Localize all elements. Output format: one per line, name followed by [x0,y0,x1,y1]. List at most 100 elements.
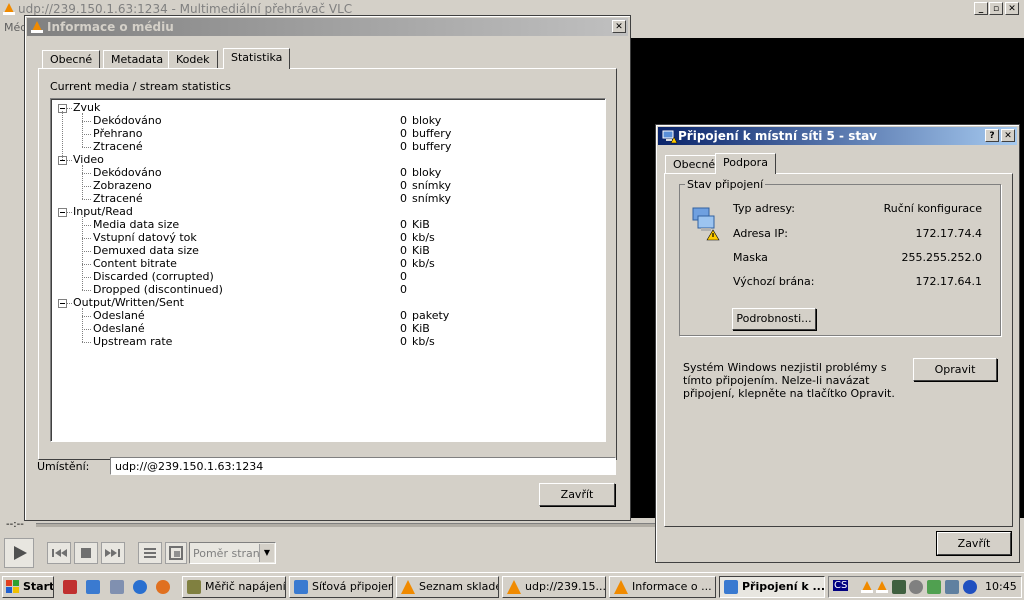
collapse-toggle-icon[interactable] [58,299,67,308]
network-status-dialog: Připojení k místní síti 5 - stav ? ✕ Obe… [655,124,1020,563]
stat-value: 0 [400,166,407,179]
next-icon [105,549,120,557]
close-button[interactable]: ✕ [1005,2,1019,15]
stat-label: Dekódováno [93,114,162,127]
aspect-ratio-select[interactable]: Poměr stran ▼ [189,542,276,564]
minimize-button[interactable]: _ [974,2,988,15]
tree-group-0[interactable]: Zvuk [73,101,100,114]
stat-unit: bloky [412,114,442,127]
stat-label: Ztracené [93,192,143,205]
ip-info-label: Adresa IP: [733,227,788,240]
tab-kodek[interactable]: Kodek [168,50,218,68]
taskbar-button-label: Seznam skladeb [419,580,498,593]
taskbar-button-4[interactable]: Informace o ... [609,576,716,598]
previous-icon [52,549,67,557]
location-field[interactable]: udp://@239.150.1.63:1234 [110,457,616,475]
tab-statistika[interactable]: Statistika [223,48,291,69]
stat-value: 0 [400,257,407,270]
tree-group-3[interactable]: Output/Written/Sent [73,296,184,309]
taskbar-button-label: Síťová připojení [312,580,393,593]
taskbar-button-label: Informace o ... [632,580,712,593]
ip-info-value: 172.17.74.4 [915,227,982,240]
stat-label: Zobrazeno [93,179,152,192]
stat-unit: kb/s [412,231,435,244]
tree-group-1[interactable]: Video [73,153,104,166]
vlc-tray-icon[interactable] [861,581,873,593]
stat-label: Content bitrate [93,257,177,270]
tab-metadata[interactable]: Metadata [103,50,172,68]
media-info-close-button[interactable]: ✕ [612,20,626,33]
support-panel: Stav připojení Typ adresy: Ruční konfigur… [664,173,1013,527]
details-button[interactable]: Podrobnosti... [732,308,816,330]
start-button[interactable]: Start [2,576,54,598]
stat-label: Ztracené [93,140,143,153]
firefox-icon[interactable] [156,580,170,594]
repair-button[interactable]: Opravit [913,358,997,381]
network-tray-icon[interactable] [945,580,959,594]
media-info-title-bar: Informace o médiu ✕ [27,18,628,36]
stat-value: 0 [400,140,407,153]
section-label: Current media / stream statistics [50,80,231,93]
playlist-icon [144,548,156,558]
fullscreen-icon [169,546,183,560]
help-button[interactable]: ? [985,129,999,142]
maximize-button[interactable]: ▫ [989,2,1003,15]
stat-unit: kb/s [412,335,435,348]
stat-label: Upstream rate [93,335,173,348]
stat-unit: KiB [412,244,430,257]
ip-info-label: Výchozí brána: [733,275,815,288]
next-button[interactable] [101,542,125,564]
network-close-button[interactable]: ✕ [1001,129,1015,142]
play-icon [14,546,27,560]
tray-icon[interactable] [927,580,941,594]
stat-label: Přehrano [93,127,143,140]
playlist-button[interactable] [138,542,162,564]
quicklaunch-icon[interactable] [63,580,77,594]
start-label: Start [23,580,54,593]
network-connection-icon [662,130,677,144]
taskbar-button-1[interactable]: Síťová připojení [289,576,393,598]
chevron-down-icon[interactable]: ▼ [259,544,274,562]
quicklaunch-icon[interactable] [86,580,100,594]
tab-obecne[interactable]: Obecné [42,50,101,68]
aspect-ratio-value: Poměr stran [193,547,260,560]
stop-button[interactable] [74,542,98,564]
stat-value: 0 [400,270,407,283]
fullscreen-button[interactable] [165,542,187,564]
collapse-toggle-icon[interactable] [58,208,67,217]
taskbar-button-2[interactable]: Seznam skladeb [396,576,499,598]
stat-label: Odeslané [93,322,145,335]
taskbar-button-label: Připojení k ... [742,580,825,593]
seek-bar[interactable] [36,523,656,527]
taskbar-button-3[interactable]: udp://239.15... [502,576,606,598]
media-info-close-btn[interactable]: Zavřít [539,483,615,506]
vlc-cone-icon [3,3,15,15]
stat-value: 0 [400,283,407,296]
ip-info-value: Ruční konfigurace [883,202,982,215]
bluetooth-icon[interactable] [963,580,977,594]
stat-value: 0 [400,114,407,127]
statistics-tree[interactable]: Zvuk Dekódováno 0 bloky Přehrano 0 buffery Ztra… [50,98,606,442]
taskbar-button-5[interactable]: Připojení k ... [719,576,825,598]
stat-value: 0 [400,231,407,244]
ip-info-label: Maska [733,251,768,264]
stat-unit: snímky [412,179,451,192]
play-button[interactable] [4,538,34,568]
quicklaunch-icon[interactable] [110,580,124,594]
tray-icon[interactable] [909,580,923,594]
ip-info-value: 255.255.252.0 [901,251,982,264]
tray-icon[interactable] [892,580,906,594]
language-indicator[interactable]: CS [833,580,849,591]
vlc-tray-icon[interactable] [876,581,888,593]
tab-podpora[interactable]: Podpora [715,153,776,174]
taskbar: Start Měřič napájení Síťová připojení Sezn… [0,572,1024,600]
clock: 10:45 [985,580,1017,593]
network-close-btn[interactable]: Zavřít [936,531,1012,556]
taskbar-button-0[interactable]: Měřič napájení [182,576,286,598]
stat-label: Demuxed data size [93,244,199,257]
previous-button[interactable] [47,542,71,564]
media-info-dialog: Informace o médiu ✕ Obecné Metadata Kode… [24,15,631,521]
internet-explorer-icon[interactable] [133,580,147,594]
stat-value: 0 [400,127,407,140]
vlc-icon [614,580,628,594]
